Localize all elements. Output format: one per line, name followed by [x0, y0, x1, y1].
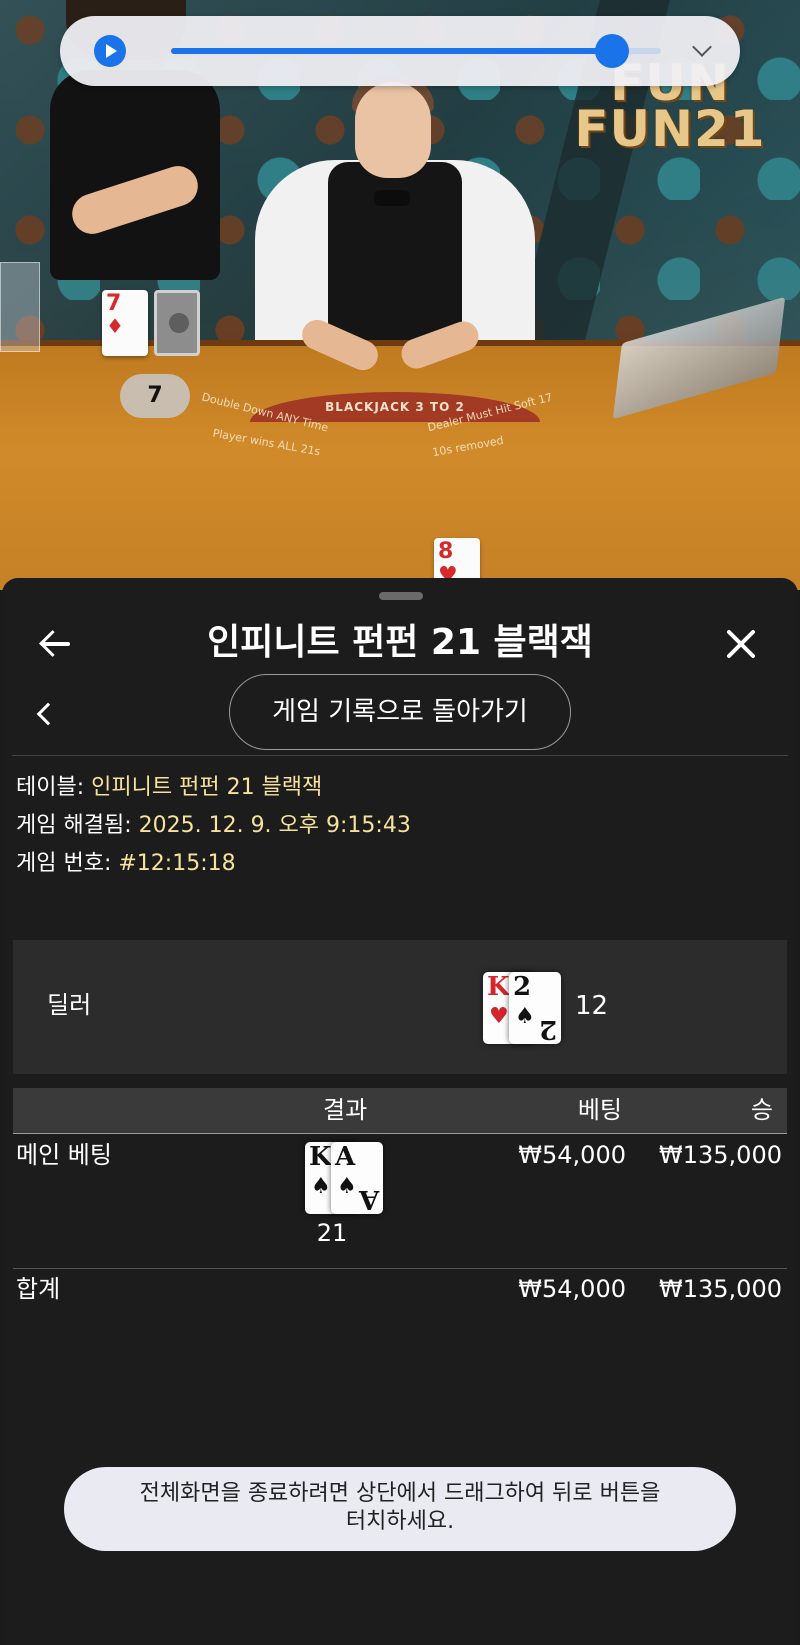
- divider: [13, 1268, 787, 1269]
- toast-line-2: 터치하세요.: [345, 1509, 455, 1534]
- header-win: 승: [750, 1096, 773, 1124]
- main-bet-amount: ₩54,000: [518, 1141, 626, 1169]
- info-game-number: 게임 번호: #12:15:18: [16, 848, 236, 880]
- media-control-bar: [60, 16, 740, 86]
- dealer-card-2: 2 ♠ 2: [509, 972, 561, 1044]
- player-card-2: A ♠ A: [331, 1142, 383, 1214]
- close-icon[interactable]: [720, 622, 764, 666]
- info-resolved-label: 게임 해결됨:: [16, 813, 132, 838]
- info-table-label: 테이블:: [16, 775, 85, 800]
- card-rank-inverted: 2: [538, 1014, 557, 1044]
- heart-icon: ♥: [489, 1003, 509, 1029]
- dealer-label: 딜러: [47, 991, 92, 1019]
- dealer-row: 딜러 K ♥ 2 ♠ 2 12: [13, 940, 787, 1074]
- info-game-number-value: #12:15:18: [118, 851, 236, 876]
- card-rank: 2: [513, 972, 532, 1002]
- live-video: FUN FUN21 BLACKJACK 3 TO 2 Double Down A…: [0, 0, 800, 590]
- total-win-amount: ₩135,000: [659, 1275, 782, 1303]
- divider: [12, 755, 788, 756]
- player-score-badge: 7: [120, 374, 190, 418]
- dealer-total: 12: [575, 991, 609, 1021]
- player-card-rank: 7: [106, 291, 122, 316]
- card-rank: A: [335, 1142, 356, 1172]
- dealer-bowtie: [374, 190, 410, 206]
- info-table: 테이블: 인피니트 펀펀 21 블랙잭: [16, 772, 322, 804]
- sheet-title: 인피니트 펀펀 21 블랙잭: [207, 622, 593, 663]
- info-table-value: 인피니트 펀펀 21 블랙잭: [91, 775, 323, 800]
- main-bet-label: 메인 베팅: [16, 1141, 112, 1169]
- toast-line-1: 전체화면을 종료하려면 상단에서 드래그하여 뒤로 버튼을: [139, 1481, 661, 1506]
- info-game-number-label: 게임 번호:: [16, 851, 112, 876]
- main-win-amount: ₩135,000: [659, 1141, 782, 1169]
- spade-icon: ♠: [311, 1173, 331, 1199]
- card-rank: K: [309, 1142, 332, 1172]
- app-root: FUN FUN21 BLACKJACK 3 TO 2 Double Down A…: [0, 0, 800, 1645]
- chevron-down-icon[interactable]: [690, 38, 716, 64]
- progress-bar[interactable]: [171, 34, 661, 68]
- info-resolved: 게임 해결됨: 2025. 12. 9. 오후 9:15:43: [16, 810, 411, 842]
- hidden-card: [154, 290, 200, 356]
- play-icon[interactable]: [94, 35, 126, 67]
- spade-icon: ♠: [515, 1003, 535, 1029]
- incoming-card-rank: 8: [438, 539, 454, 564]
- header-bet: 베팅: [577, 1096, 622, 1124]
- spade-icon: ♠: [337, 1173, 357, 1199]
- fullscreen-exit-toast: 전체화면을 종료하려면 상단에서 드래그하여 뒤로 버튼을 터치하세요.: [64, 1467, 736, 1551]
- dealer-head: [355, 82, 431, 178]
- discard-tray: [0, 262, 40, 352]
- progress-thumb[interactable]: [595, 34, 629, 68]
- player-hand-total: 21: [316, 1219, 348, 1247]
- card-rank: K: [487, 972, 510, 1002]
- total-bet-amount: ₩54,000: [518, 1275, 626, 1303]
- total-label: 합계: [16, 1275, 61, 1303]
- header-result: 결과: [323, 1096, 368, 1124]
- info-resolved-value: 2025. 12. 9. 오후 9:15:43: [138, 813, 411, 838]
- logo-line-2: FUN21: [574, 100, 766, 158]
- results-header: 결과 베팅 승: [13, 1088, 787, 1134]
- chevron-left-icon[interactable]: [28, 696, 58, 732]
- card-rank-inverted: A: [358, 1184, 379, 1214]
- drag-handle[interactable]: [379, 592, 423, 600]
- diamond-icon: ♦: [106, 314, 124, 338]
- player-card: 7 ♦: [102, 290, 148, 356]
- progress-fill: [171, 48, 612, 54]
- back-to-history-button[interactable]: 게임 기록으로 돌아가기: [229, 674, 571, 750]
